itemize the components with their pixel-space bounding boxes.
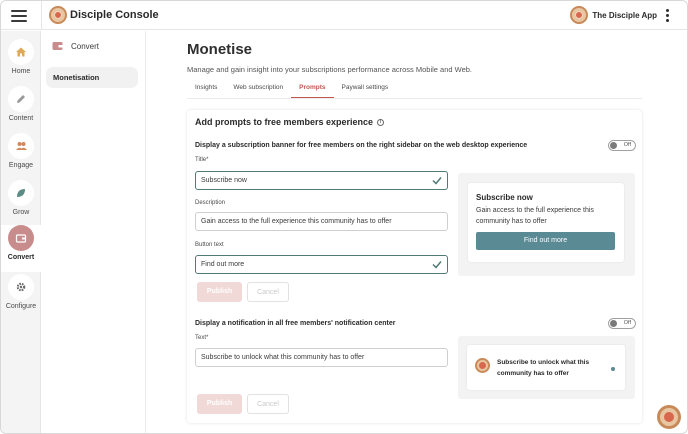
- publish-button[interactable]: Publish: [197, 394, 242, 414]
- secondary-nav: Convert Monetisation: [42, 31, 146, 433]
- page-subtitle: Manage and gain insight into your subscr…: [187, 65, 473, 74]
- app-title: Disciple Console: [70, 9, 159, 21]
- nav-convert[interactable]: Convert: [1, 225, 41, 272]
- main-content: Monetise Manage and gain insight into yo…: [147, 31, 687, 433]
- tab-divider: [187, 98, 642, 99]
- preview-title: Subscribe now: [476, 193, 533, 202]
- nav-label: Home: [11, 68, 31, 75]
- top-bar: Disciple Console The Disciple App: [1, 1, 687, 30]
- text-label: Text*: [195, 335, 209, 341]
- tab-insights[interactable]: Insights: [187, 80, 225, 98]
- wallet-icon: [8, 225, 34, 251]
- description-field[interactable]: Gain access to the full experience this …: [195, 212, 448, 231]
- nav-content[interactable]: Content: [1, 86, 41, 133]
- card-title: Add prompts to free members experience i: [195, 117, 385, 127]
- toggle-label: Off: [623, 320, 631, 326]
- unread-dot-icon: [611, 367, 615, 371]
- cancel-button[interactable]: Cancel: [247, 394, 289, 414]
- community-name: The Disciple App: [592, 10, 657, 20]
- toggle-knob: [610, 320, 617, 327]
- kebab-icon[interactable]: [666, 9, 670, 23]
- page-title: Monetise: [187, 41, 253, 58]
- preview-description: Gain access to the full experience this …: [476, 207, 594, 225]
- nav-label: Configure: [5, 303, 37, 310]
- title-value: Subscribe now: [201, 177, 247, 184]
- tab-prompts[interactable]: Prompts: [291, 80, 334, 98]
- leaf-icon: [8, 180, 34, 206]
- toggle-knob: [610, 142, 617, 149]
- nav-engage[interactable]: Engage: [1, 133, 41, 180]
- notification-text-value: Subscribe to unlock what this community …: [201, 354, 365, 361]
- nav-label: Engage: [8, 162, 34, 169]
- notification-text-field[interactable]: Subscribe to unlock what this community …: [195, 348, 448, 367]
- publish-button[interactable]: Publish: [197, 282, 242, 302]
- notification-preview-text: Subscribe to unlock what this community …: [497, 359, 590, 377]
- info-icon[interactable]: i: [377, 118, 385, 126]
- prompts-card: Add prompts to free members experience i…: [187, 110, 642, 423]
- toggle-label: Off: [623, 142, 631, 148]
- primary-nav: Home Content Engage Grow Convert Configu…: [1, 31, 41, 433]
- community-logo-icon: [570, 6, 589, 24]
- description-label: Description: [195, 200, 226, 206]
- nav-grow[interactable]: Grow: [1, 180, 41, 227]
- tab-paywall-settings[interactable]: Paywall settings: [334, 80, 397, 98]
- notification-preview-card: Subscribe to unlock what this community …: [467, 345, 625, 390]
- nav-home[interactable]: Home: [1, 39, 41, 86]
- disciple-logo-icon: [49, 6, 67, 24]
- notification-section-heading: Display a notification in all free membe…: [195, 320, 396, 327]
- nav-label: Content: [8, 115, 34, 122]
- card-title-text: Add prompts to free members experience: [195, 117, 374, 127]
- notification-preview-area: Subscribe to unlock what this community …: [458, 336, 635, 399]
- divider: [41, 1, 42, 30]
- nav-label: Grow: [12, 209, 30, 216]
- tab-bar: Insights Web subscription Prompts Paywal…: [187, 80, 396, 98]
- chat-launcher-icon[interactable]: [657, 405, 681, 429]
- app-window: Disciple Console The Disciple App Home C…: [0, 0, 688, 434]
- community-logo-icon: [475, 358, 490, 373]
- check-icon: [432, 177, 442, 185]
- button-text-field[interactable]: Find out more: [195, 255, 448, 274]
- tab-web-subscription[interactable]: Web subscription: [225, 80, 291, 98]
- wallet-icon: [52, 42, 63, 50]
- check-icon: [432, 261, 442, 269]
- title-label: Title*: [195, 157, 209, 163]
- subnav-item-monetisation[interactable]: Monetisation: [46, 67, 138, 88]
- nav-label: Convert: [7, 254, 35, 261]
- button-text-value: Find out more: [201, 261, 245, 268]
- title-field[interactable]: Subscribe now: [195, 171, 448, 190]
- banner-preview-area: Subscribe now Gain access to the full ex…: [458, 173, 635, 276]
- gear-icon: [8, 274, 34, 300]
- preview-button[interactable]: Find out more: [476, 232, 615, 250]
- button-text-label: Button text: [195, 242, 224, 248]
- banner-section-heading: Display a subscription banner for free m…: [195, 142, 528, 149]
- banner-preview-card: Subscribe now Gain access to the full ex…: [468, 183, 624, 262]
- pencil-icon: [8, 86, 34, 112]
- subnav-heading: Convert: [52, 41, 99, 51]
- hamburger-icon[interactable]: [11, 8, 27, 23]
- subnav-heading-label: Convert: [71, 41, 100, 51]
- banner-toggle[interactable]: Off: [608, 140, 636, 151]
- nav-configure[interactable]: Configure: [1, 274, 41, 321]
- house-icon: [8, 39, 34, 65]
- cancel-button[interactable]: Cancel: [247, 282, 289, 302]
- community-switcher[interactable]: The Disciple App: [570, 6, 657, 24]
- description-value: Gain access to the full experience this …: [201, 218, 392, 225]
- notification-toggle[interactable]: Off: [608, 318, 636, 329]
- users-icon: [8, 133, 34, 159]
